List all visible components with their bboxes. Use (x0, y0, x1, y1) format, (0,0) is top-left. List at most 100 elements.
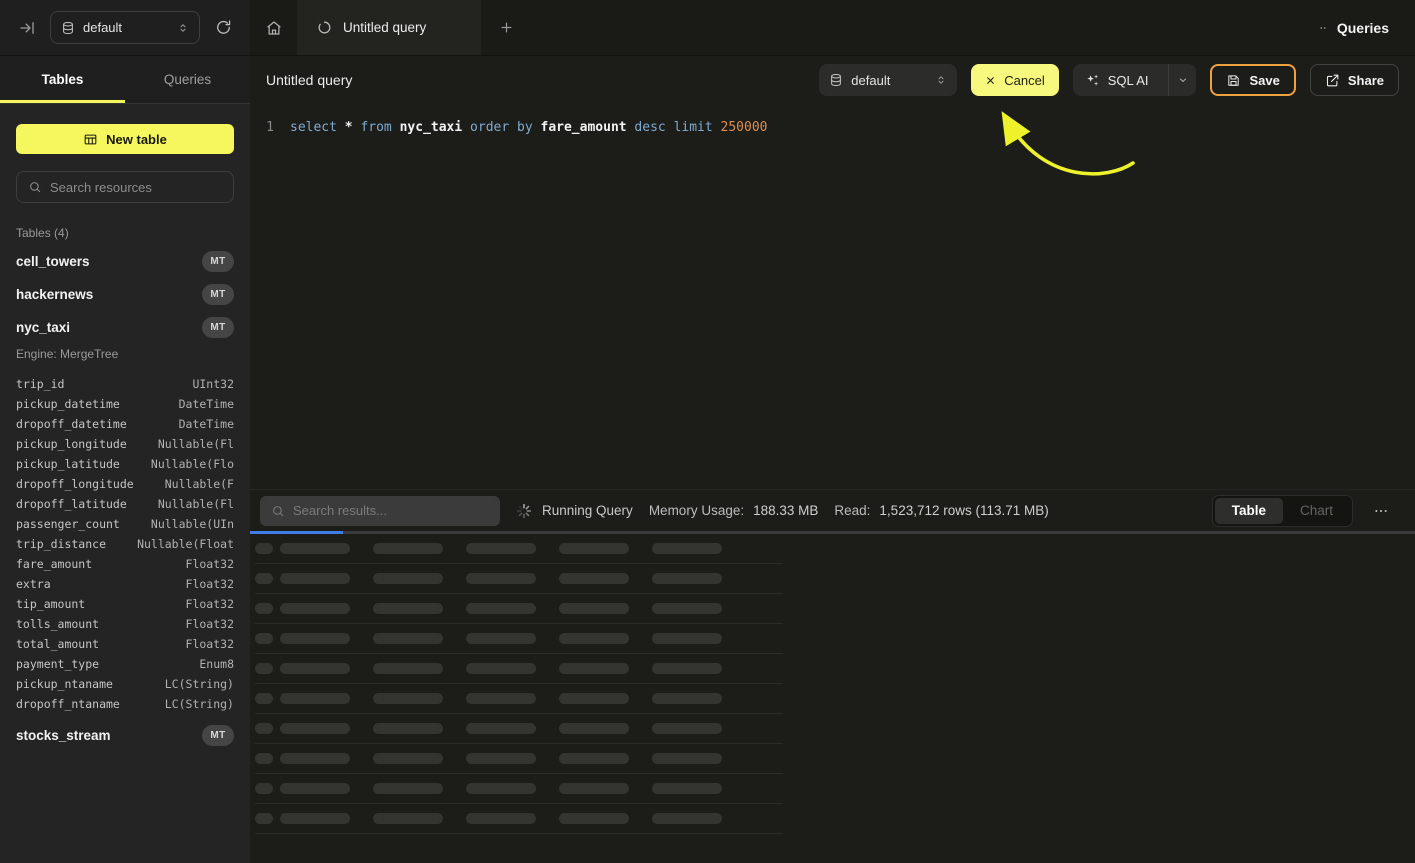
toggle-chart[interactable]: Chart (1283, 498, 1350, 524)
more-options-button[interactable] (1369, 499, 1393, 523)
plus-icon (499, 20, 514, 35)
column-type: Float32 (180, 557, 234, 571)
skeleton-cell (559, 603, 629, 614)
tab-label: Untitled query (343, 20, 426, 35)
skeleton-cell (559, 693, 629, 704)
code-token: select (290, 120, 337, 135)
column-row: dropoff_datetimeDateTime (16, 414, 234, 434)
table-name: hackernews (16, 287, 93, 302)
skeleton-cell (280, 663, 350, 674)
tab-strip: Untitled query Queries (250, 0, 1415, 55)
skeleton-cell (652, 813, 722, 824)
skeleton-cell (559, 753, 629, 764)
read-label: Read: (834, 503, 870, 518)
sidebar-tabs: Tables Queries (0, 56, 250, 104)
results-panel: Search results... Running Query Memory U… (250, 489, 1415, 863)
skeleton-cell (373, 813, 443, 824)
sql-ai-main[interactable]: SQL AI (1073, 64, 1161, 96)
table-grid-icon (83, 132, 98, 147)
home-tab[interactable] (250, 0, 297, 55)
column-row: extraFloat32 (16, 574, 234, 594)
toggle-table[interactable]: Table (1215, 498, 1283, 524)
tab-untitled-query[interactable]: Untitled query (297, 0, 481, 55)
engine-badge: MT (202, 317, 234, 338)
table-item-stocks_stream[interactable]: stocks_streamMT (16, 723, 234, 747)
table-item-hackernews[interactable]: hackernewsMT (16, 282, 234, 306)
column-row: dropoff_ntanameLC(String) (16, 694, 234, 714)
engine-badge: MT (202, 251, 234, 272)
skeleton-row (255, 534, 783, 564)
column-name: trip_id (16, 377, 64, 391)
skeleton-cell (466, 783, 536, 794)
column-row: pickup_latitudeNullable(Flo (16, 454, 234, 474)
column-type: Nullable(UIn (145, 517, 234, 531)
skeleton-cell (466, 813, 536, 824)
sql-editor[interactable]: 1 select * from nyc_taxi order by fare_a… (250, 104, 1415, 489)
skeleton-cell (255, 663, 273, 674)
column-type: DateTime (173, 417, 234, 431)
table-name: nyc_taxi (16, 320, 70, 335)
column-name: pickup_longitude (16, 437, 127, 451)
column-type: Float32 (180, 577, 234, 591)
sql-ai-button[interactable]: SQL AI (1073, 64, 1197, 96)
skeleton-cell (373, 663, 443, 674)
skeleton-cell (652, 783, 722, 794)
tab-tables[interactable]: Tables (0, 56, 125, 103)
skeleton-row (255, 714, 783, 744)
skeleton-cell (255, 573, 273, 584)
sql-ai-dropdown[interactable] (1168, 64, 1196, 96)
table-item-nyc_taxi[interactable]: nyc_taxi MT (16, 315, 234, 339)
query-progress-fill (250, 531, 343, 534)
column-type: LC(String) (159, 677, 234, 691)
column-list: trip_idUInt32pickup_datetimeDateTimedrop… (16, 374, 234, 714)
skeleton-cell (652, 723, 722, 734)
skeleton-cell (255, 633, 273, 644)
sidebar-header: default (0, 0, 250, 55)
database-selector-value: default (83, 20, 169, 35)
table-item-cell_towers[interactable]: cell_towers MT (16, 249, 234, 273)
query-database-selector[interactable]: default (819, 64, 957, 96)
search-results-input[interactable]: Search results... (260, 496, 500, 526)
spinner-icon (516, 503, 532, 519)
skeleton-cell (466, 573, 536, 584)
skeleton-cell (559, 633, 629, 644)
code-token: from (360, 120, 391, 135)
memory-usage: Memory Usage: 188.33 MB (649, 503, 819, 518)
code-token: 250000 (721, 120, 768, 135)
column-row: tolls_amountFloat32 (16, 614, 234, 634)
new-table-button[interactable]: New table (16, 124, 234, 154)
tab-queries[interactable]: Queries (125, 56, 250, 103)
database-icon (61, 21, 75, 35)
skeleton-cell (373, 723, 443, 734)
database-icon (829, 73, 843, 87)
cancel-button[interactable]: Cancel (971, 64, 1058, 96)
column-row: passenger_count Nullable(UIn (16, 514, 234, 534)
column-name: tolls_amount (16, 617, 99, 631)
sidebar-body: New table Search resources Tables (4) ce… (0, 104, 250, 863)
table-name: cell_towers (16, 254, 90, 269)
column-type: DateTime (173, 397, 234, 411)
search-resources-input[interactable]: Search resources (16, 171, 234, 203)
skeleton-cell (559, 723, 629, 734)
skeleton-cell (373, 543, 443, 554)
column-name: passenger_count (16, 517, 120, 531)
collapse-sidebar-icon[interactable] (14, 15, 40, 41)
column-type: UInt32 (186, 377, 234, 391)
skeleton-row (255, 654, 783, 684)
code-token: * (345, 120, 353, 135)
share-button[interactable]: Share (1310, 64, 1399, 96)
skeleton-cell (652, 663, 722, 674)
database-selector[interactable]: default (50, 11, 200, 44)
skeleton-cell (280, 603, 350, 614)
close-icon (985, 75, 996, 86)
refresh-icon[interactable] (210, 15, 236, 41)
skeleton-row (255, 804, 783, 834)
column-type: Enum8 (193, 657, 234, 671)
skeleton-cell (280, 783, 350, 794)
skeleton-cell (280, 543, 350, 554)
save-button[interactable]: Save (1210, 64, 1295, 96)
code-token: limit (674, 120, 713, 135)
new-tab-button[interactable] (481, 0, 531, 55)
queries-link[interactable]: Queries (1316, 0, 1415, 55)
skeleton-cell (466, 693, 536, 704)
